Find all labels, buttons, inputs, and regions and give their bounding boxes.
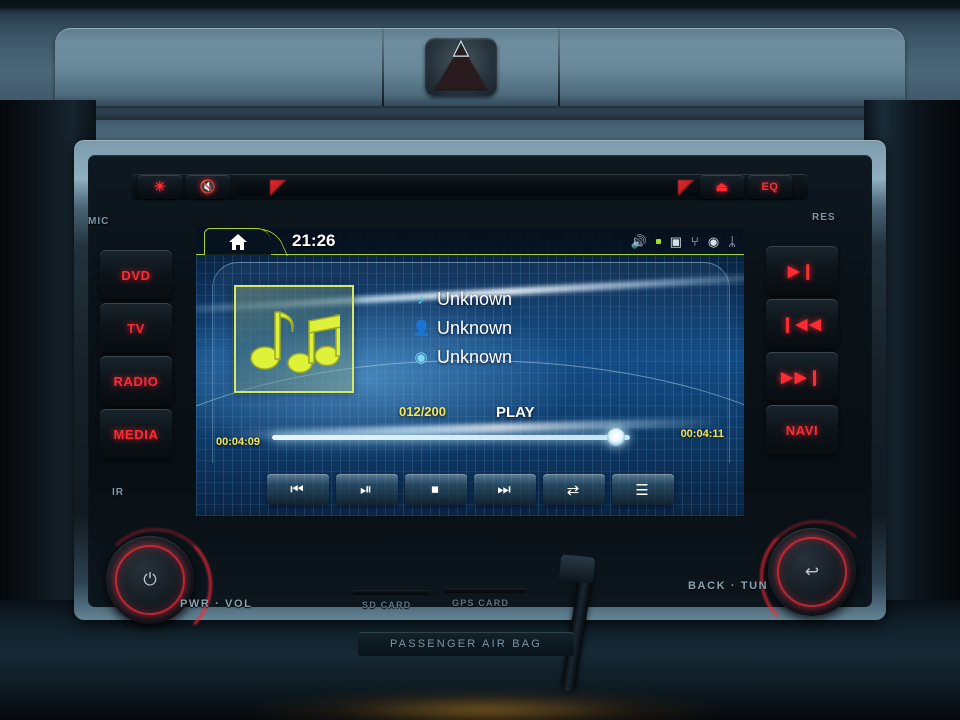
disc-slot[interactable] <box>236 180 706 196</box>
hw-previous-button[interactable]: ❙◀◀ <box>766 299 838 349</box>
slot-led-right-icon <box>678 180 694 197</box>
sd-card-label: SD CARD <box>362 600 412 610</box>
previous-track-icon: ⏮ <box>290 481 305 498</box>
mic-label: MIC <box>88 216 110 227</box>
power-volume-label: PWR · VOL <box>180 598 253 610</box>
clock: 21:26 <box>292 231 336 250</box>
album-disc-icon: ◉ <box>414 348 428 366</box>
bluetooth-icon: ᛦ <box>728 233 736 249</box>
play-pause-button[interactable]: ⏯ <box>335 473 398 505</box>
track-title-row: ♪ Unknown <box>412 286 692 312</box>
hw-next-label: ▶▶❙ <box>781 369 823 386</box>
repeat-icon: ⇄ <box>566 481 581 499</box>
hw-play-pause-button[interactable]: ▶❙ <box>766 246 838 296</box>
play-pause-icon: ⏯ <box>359 481 373 498</box>
playlist-icon: ☰ <box>635 481 650 499</box>
panel-seam-right <box>558 28 560 106</box>
footwell-glow <box>250 690 720 720</box>
track-album-row: ◉ Unknown <box>412 344 692 370</box>
play-state: PLAY <box>496 404 535 421</box>
back-tune-label: BACK · TUN <box>688 580 769 592</box>
status-bar: 21:26 🔊 ▣ ⑂ ◉ ᛦ <box>196 228 744 255</box>
lcd-screen[interactable]: 21:26 🔊 ▣ ⑂ ◉ ᛦ ♪ Unknown 👤 Unknown ◉ Un… <box>196 228 744 516</box>
total-time: 00:04:11 <box>680 428 724 440</box>
playback-button-column: ▶❙ ❙◀◀ ▶▶❙ NAVI <box>766 246 838 458</box>
dvd-label: DVD <box>121 267 151 283</box>
next-track-icon: ⏭ <box>497 481 512 498</box>
album-art <box>234 285 354 393</box>
back-tune-knob[interactable]: ↩ <box>768 528 856 616</box>
car-head-unit-photo: △ ☀ 🔇 ⏏ EQ MIC RES IR DVD TV RADIO MEDIA… <box>0 0 960 720</box>
res-label: RES <box>812 212 836 223</box>
sd-card-slot[interactable] <box>352 590 430 595</box>
volume-icon: 🔊 <box>630 233 647 249</box>
ir-label: IR <box>112 487 124 498</box>
eject-button[interactable]: ⏏ <box>700 175 744 199</box>
radio-button[interactable]: RADIO <box>100 356 172 406</box>
tv-label: TV <box>127 320 145 336</box>
next-track-button[interactable]: ⏭ <box>473 473 536 505</box>
transport-controls: ⏮ ⏯ ⏹ ⏭ ⇄ ☰ <box>196 462 744 516</box>
home-button[interactable] <box>204 228 271 255</box>
hazard-glyph-icon: △ <box>452 33 470 59</box>
playlist-button[interactable]: ☰ <box>611 473 674 505</box>
eject-icon: ⏏ <box>715 179 729 194</box>
music-notes-icon <box>250 310 340 374</box>
usb-icon: ⑂ <box>691 233 699 249</box>
hw-previous-label: ❙◀◀ <box>781 316 823 333</box>
usb-cable-connector <box>558 554 596 584</box>
hw-next-button[interactable]: ▶▶❙ <box>766 352 838 402</box>
media-button[interactable]: MEDIA <box>100 409 172 459</box>
track-artist: Unknown <box>437 318 513 338</box>
stop-button[interactable]: ⏹ <box>404 473 467 505</box>
track-metadata: ♪ Unknown 👤 Unknown ◉ Unknown <box>412 286 692 373</box>
gps-card-slot[interactable] <box>444 588 526 593</box>
track-artist-row: 👤 Unknown <box>412 315 692 341</box>
disc-icon: ◉ <box>707 233 720 249</box>
panel-seam-left <box>382 28 384 106</box>
mute-button[interactable]: 🔇 <box>186 175 230 199</box>
power-icon: ⏻ <box>143 570 157 589</box>
activity-dot-icon <box>655 238 661 244</box>
track-counter: 012/200 <box>399 404 446 419</box>
brightness-button[interactable]: ☀ <box>138 175 182 199</box>
gps-card-label: GPS CARD <box>452 598 510 608</box>
slot-led-left-icon <box>270 180 286 197</box>
passenger-airbag-label: PASSENGER AIR BAG <box>389 638 543 650</box>
track-title: Unknown <box>437 289 513 309</box>
hazard-warning-button[interactable]: △ <box>425 35 497 96</box>
radio-label: RADIO <box>113 373 159 389</box>
mute-icon: 🔇 <box>199 179 217 194</box>
passenger-airbag-indicator: PASSENGER AIR BAG <box>358 632 574 656</box>
repeat-button[interactable]: ⇄ <box>542 473 605 505</box>
track-album: Unknown <box>437 347 513 367</box>
elapsed-time: 00:04:09 <box>216 436 261 448</box>
stop-icon: ⏹ <box>431 481 440 498</box>
person-icon: 👤 <box>412 319 431 337</box>
source-button-column: DVD TV RADIO MEDIA <box>100 250 172 462</box>
seek-handle[interactable] <box>606 428 625 446</box>
navi-label: NAVI <box>785 422 819 438</box>
hazard-triangle-icon: △ <box>435 35 487 89</box>
dvd-button[interactable]: DVD <box>100 250 172 300</box>
sd-card-icon: ▣ <box>669 233 683 249</box>
seek-bar[interactable] <box>272 435 630 440</box>
eq-button[interactable]: EQ <box>748 175 792 199</box>
brightness-icon: ☀ <box>153 179 167 194</box>
power-volume-knob[interactable]: ⏻ <box>106 536 194 624</box>
tv-button[interactable]: TV <box>100 303 172 353</box>
back-icon: ↩ <box>804 562 820 581</box>
music-note-icon: ♪ <box>417 290 425 308</box>
home-icon <box>229 234 247 250</box>
navi-button[interactable]: NAVI <box>766 405 838 455</box>
media-label: MEDIA <box>113 426 159 442</box>
hw-play-pause-label: ▶❙ <box>787 263 817 280</box>
system-icon-tray: 🔊 ▣ ⑂ ◉ ᛦ <box>631 228 736 254</box>
previous-track-button[interactable]: ⏮ <box>266 473 329 505</box>
eq-label: EQ <box>761 181 779 193</box>
